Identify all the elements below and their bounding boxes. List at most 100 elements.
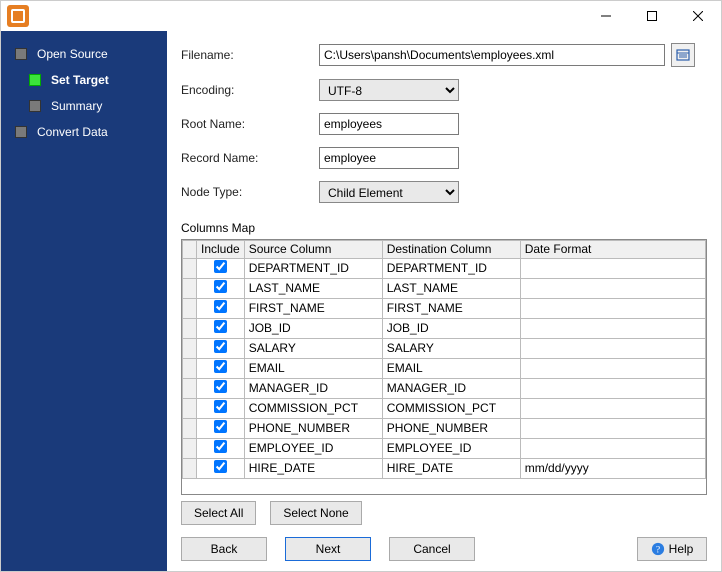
columns-map-grid[interactable]: Include Source Column Destination Column… — [181, 239, 707, 495]
table-row[interactable]: DEPARTMENT_IDDEPARTMENT_ID — [183, 259, 706, 279]
source-column-cell[interactable]: COMMISSION_PCT — [244, 399, 382, 419]
encoding-select[interactable]: UTF-8 — [319, 79, 459, 101]
browse-button[interactable] — [671, 43, 695, 67]
include-checkbox[interactable] — [214, 420, 227, 433]
destination-column-cell[interactable]: PHONE_NUMBER — [382, 419, 520, 439]
table-row[interactable]: LAST_NAMELAST_NAME — [183, 279, 706, 299]
back-button[interactable]: Back — [181, 537, 267, 561]
destination-column-cell[interactable]: EMPLOYEE_ID — [382, 439, 520, 459]
filename-input[interactable] — [319, 44, 665, 66]
destination-column-cell[interactable]: DEPARTMENT_ID — [382, 259, 520, 279]
include-checkbox[interactable] — [214, 280, 227, 293]
row-header[interactable] — [183, 319, 197, 339]
row-header[interactable] — [183, 279, 197, 299]
table-row[interactable]: EMPLOYEE_IDEMPLOYEE_ID — [183, 439, 706, 459]
date-format-cell[interactable] — [520, 379, 705, 399]
source-column-cell[interactable]: DEPARTMENT_ID — [244, 259, 382, 279]
source-column-cell[interactable]: LAST_NAME — [244, 279, 382, 299]
date-format-cell[interactable] — [520, 339, 705, 359]
source-column-cell[interactable]: FIRST_NAME — [244, 299, 382, 319]
destination-column-cell[interactable]: LAST_NAME — [382, 279, 520, 299]
table-row[interactable]: JOB_IDJOB_ID — [183, 319, 706, 339]
destination-column-cell[interactable]: SALARY — [382, 339, 520, 359]
include-cell[interactable] — [197, 339, 245, 359]
table-row[interactable]: HIRE_DATEHIRE_DATEmm/dd/yyyy — [183, 459, 706, 479]
row-header[interactable] — [183, 299, 197, 319]
table-row[interactable]: COMMISSION_PCTCOMMISSION_PCT — [183, 399, 706, 419]
source-column-cell[interactable]: EMAIL — [244, 359, 382, 379]
col-header-destination[interactable]: Destination Column — [382, 241, 520, 259]
date-format-cell[interactable] — [520, 299, 705, 319]
row-header[interactable] — [183, 439, 197, 459]
row-header[interactable] — [183, 339, 197, 359]
cancel-button[interactable]: Cancel — [389, 537, 475, 561]
source-column-cell[interactable]: PHONE_NUMBER — [244, 419, 382, 439]
table-row[interactable]: MANAGER_IDMANAGER_ID — [183, 379, 706, 399]
include-checkbox[interactable] — [214, 260, 227, 273]
date-format-cell[interactable] — [520, 359, 705, 379]
destination-column-cell[interactable]: JOB_ID — [382, 319, 520, 339]
close-button[interactable] — [675, 1, 721, 31]
row-header[interactable] — [183, 359, 197, 379]
source-column-cell[interactable]: MANAGER_ID — [244, 379, 382, 399]
col-header-include[interactable]: Include — [197, 241, 245, 259]
row-header[interactable] — [183, 379, 197, 399]
row-header[interactable] — [183, 459, 197, 479]
sidebar-item-summary[interactable]: Summary — [1, 93, 167, 119]
date-format-cell[interactable] — [520, 419, 705, 439]
table-row[interactable]: EMAILEMAIL — [183, 359, 706, 379]
include-cell[interactable] — [197, 379, 245, 399]
destination-column-cell[interactable]: HIRE_DATE — [382, 459, 520, 479]
col-header-source[interactable]: Source Column — [244, 241, 382, 259]
root-name-input[interactable] — [319, 113, 459, 135]
sidebar-item-set-target[interactable]: Set Target — [1, 67, 167, 93]
include-cell[interactable] — [197, 439, 245, 459]
destination-column-cell[interactable]: COMMISSION_PCT — [382, 399, 520, 419]
include-cell[interactable] — [197, 459, 245, 479]
col-header-date-format[interactable]: Date Format — [520, 241, 705, 259]
destination-column-cell[interactable]: FIRST_NAME — [382, 299, 520, 319]
select-all-button[interactable]: Select All — [181, 501, 256, 525]
date-format-cell[interactable] — [520, 259, 705, 279]
sidebar-item-open-source[interactable]: Open Source — [1, 41, 167, 67]
include-cell[interactable] — [197, 319, 245, 339]
destination-column-cell[interactable]: MANAGER_ID — [382, 379, 520, 399]
include-cell[interactable] — [197, 279, 245, 299]
include-checkbox[interactable] — [214, 300, 227, 313]
include-cell[interactable] — [197, 359, 245, 379]
include-checkbox[interactable] — [214, 360, 227, 373]
table-row[interactable]: SALARYSALARY — [183, 339, 706, 359]
include-checkbox[interactable] — [214, 460, 227, 473]
sidebar-item-convert-data[interactable]: Convert Data — [1, 119, 167, 145]
row-header[interactable] — [183, 419, 197, 439]
minimize-button[interactable] — [583, 1, 629, 31]
row-header[interactable] — [183, 399, 197, 419]
help-button[interactable]: ? Help — [637, 537, 707, 561]
include-cell[interactable] — [197, 419, 245, 439]
date-format-cell[interactable] — [520, 319, 705, 339]
select-none-button[interactable]: Select None — [270, 501, 361, 525]
source-column-cell[interactable]: JOB_ID — [244, 319, 382, 339]
include-checkbox[interactable] — [214, 340, 227, 353]
include-checkbox[interactable] — [214, 440, 227, 453]
maximize-button[interactable] — [629, 1, 675, 31]
table-row[interactable]: PHONE_NUMBERPHONE_NUMBER — [183, 419, 706, 439]
table-row[interactable]: FIRST_NAMEFIRST_NAME — [183, 299, 706, 319]
source-column-cell[interactable]: EMPLOYEE_ID — [244, 439, 382, 459]
date-format-cell[interactable] — [520, 439, 705, 459]
next-button[interactable]: Next — [285, 537, 371, 561]
date-format-cell[interactable]: mm/dd/yyyy — [520, 459, 705, 479]
destination-column-cell[interactable]: EMAIL — [382, 359, 520, 379]
node-type-select[interactable]: Child Element — [319, 181, 459, 203]
include-cell[interactable] — [197, 399, 245, 419]
date-format-cell[interactable] — [520, 279, 705, 299]
include-cell[interactable] — [197, 259, 245, 279]
include-checkbox[interactable] — [214, 320, 227, 333]
include-checkbox[interactable] — [214, 400, 227, 413]
source-column-cell[interactable]: HIRE_DATE — [244, 459, 382, 479]
record-name-input[interactable] — [319, 147, 459, 169]
include-checkbox[interactable] — [214, 380, 227, 393]
include-cell[interactable] — [197, 299, 245, 319]
source-column-cell[interactable]: SALARY — [244, 339, 382, 359]
date-format-cell[interactable] — [520, 399, 705, 419]
